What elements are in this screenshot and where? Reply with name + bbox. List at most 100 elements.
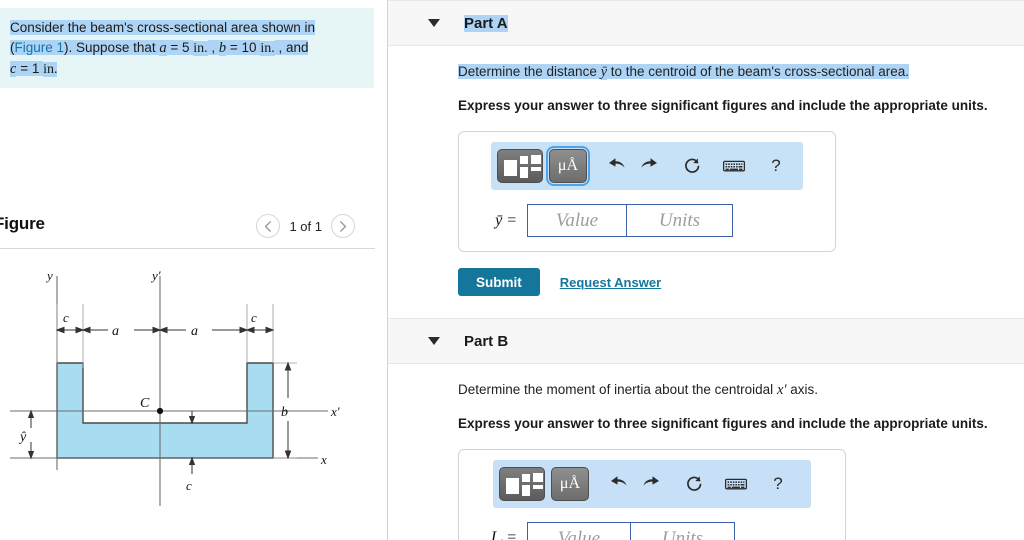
part-a-answer-label: ȳ = <box>495 211 517 229</box>
part-b-answer-row: Ix′ = Value Units <box>477 522 845 540</box>
keyboard-icon[interactable] <box>719 469 753 499</box>
figure-page-counter: 1 of 1 <box>289 218 322 234</box>
keyboard-glyph <box>725 478 747 490</box>
part-b-answer-card: μÅ ? I = Value Units <box>458 449 846 540</box>
label-x-axis: x <box>320 452 327 467</box>
part-a-body: Determine the distance ȳ to the centroid… <box>388 46 1024 296</box>
figure-1-link[interactable]: Figure 1 <box>14 40 65 55</box>
label-y-prime-axis: y′ <box>150 268 161 283</box>
chevron-left-icon <box>265 220 272 232</box>
part-a-answer-row: ȳ = Value Units <box>477 204 835 237</box>
part-a-prompt: Determine the distance ȳ to the centroid… <box>458 62 1000 82</box>
part-b-label: Part B <box>464 332 509 350</box>
app-root: Consider the beam's cross-sectional area… <box>0 0 1024 540</box>
submit-button[interactable]: Submit <box>458 268 540 296</box>
units-button[interactable]: μÅ <box>551 467 589 501</box>
label-dim-ybar: ŷ <box>18 430 27 445</box>
caret-down-icon[interactable] <box>428 337 440 345</box>
redo-glyph <box>641 158 657 168</box>
part-a-instruction: Express your answer to three significant… <box>458 98 988 113</box>
redo-arrow-icon[interactable] <box>635 469 669 499</box>
help-button[interactable]: ? <box>759 151 793 181</box>
reset-circle-icon[interactable] <box>675 151 709 181</box>
redo-glyph <box>643 476 659 486</box>
part-a-prompt-pre: Determine the distance <box>458 64 601 79</box>
help-button[interactable]: ? <box>761 469 795 499</box>
caret-down-icon[interactable] <box>428 19 440 27</box>
part-b-prompt-pre: Determine the moment of inertia about th… <box>458 382 777 397</box>
part-a-answer-card: μÅ ? ȳ = Value Units <box>458 131 836 252</box>
question-and-text: , and <box>274 40 309 55</box>
undo-glyph <box>611 476 627 486</box>
question-eq-2: = 10 <box>226 40 261 55</box>
question-var-a: a <box>159 40 167 56</box>
part-a-toolbar: μÅ ? <box>491 142 803 190</box>
part-b-units-input[interactable]: Units <box>631 522 735 540</box>
question-unit-1: in. <box>193 41 208 56</box>
part-b-value-input[interactable]: Value <box>527 522 631 540</box>
figure-next-button[interactable] <box>331 214 355 238</box>
undo-arrow-icon[interactable] <box>599 151 633 181</box>
label-dim-c-bottom: c <box>186 478 192 493</box>
request-answer-link[interactable]: Request Answer <box>560 275 661 290</box>
help-label: ? <box>771 156 781 175</box>
part-b-label-eq: = <box>502 528 517 540</box>
keyboard-glyph <box>723 160 745 172</box>
math-template-icon[interactable] <box>497 149 543 183</box>
reset-glyph <box>686 475 701 491</box>
help-label: ? <box>773 474 783 493</box>
part-b-toolbar: μÅ ? <box>493 460 811 508</box>
undo-arrow-icon[interactable] <box>601 469 635 499</box>
part-a-prompt-post: to the centroid of the beam's cross-sect… <box>607 64 909 79</box>
part-b-answer-label: Ix′ = <box>477 529 517 540</box>
question-text: Consider the beam's cross-sectional area… <box>10 18 360 80</box>
part-a-header[interactable]: Part A <box>388 0 1024 46</box>
question-paren-open: ( <box>10 40 15 55</box>
question-eq-3: = 1 <box>16 61 44 76</box>
dim-c-left-group <box>55 326 85 334</box>
part-b-body: Determine the moment of inertia about th… <box>388 364 1024 540</box>
label-centroid-C: C <box>140 396 150 411</box>
part-b-prompt-var: x′ <box>776 382 787 398</box>
label-dim-b: b <box>281 405 288 420</box>
figure-title: Figure <box>0 214 45 233</box>
problem-panel: Part A Determine the distance ȳ to the c… <box>388 0 1024 540</box>
chevron-right-icon <box>340 220 347 232</box>
part-b-header[interactable]: Part B <box>388 318 1024 364</box>
figure-divider <box>0 248 375 249</box>
label-x-prime-axis: x′ <box>330 404 340 419</box>
question-unit-3: in. <box>43 62 58 77</box>
centroid-point <box>156 407 164 415</box>
keyboard-icon[interactable] <box>717 151 751 181</box>
dim-ybar-group <box>27 409 35 460</box>
part-a-submit-row: Submit Request Answer <box>458 268 1000 296</box>
question-line-2a: ). Suppose that <box>64 40 160 55</box>
figure-panel: Consider the beam's cross-sectional area… <box>0 0 388 540</box>
label-dim-c-left: c <box>63 310 69 325</box>
reset-circle-icon[interactable] <box>677 469 711 499</box>
question-comma-1: , <box>207 40 219 55</box>
undo-glyph <box>609 158 625 168</box>
dim-a-left-group <box>81 326 162 334</box>
label-dim-a-left: a <box>112 324 119 339</box>
part-a-value-input[interactable]: Value <box>527 204 627 237</box>
figure-prev-button[interactable] <box>256 214 281 238</box>
part-a-units-input[interactable]: Units <box>627 204 733 237</box>
question-unit-2: in. <box>260 41 275 56</box>
part-b-prompt: Determine the moment of inertia about th… <box>458 380 1000 400</box>
figure-image[interactable]: y y′ x x′ C c a a c b c ŷ <box>0 258 375 540</box>
figure-header: Figure 1 of 1 <box>0 205 375 245</box>
label-y-axis: y <box>45 268 53 283</box>
redo-arrow-icon[interactable] <box>633 151 667 181</box>
label-dim-a-right: a <box>191 324 198 339</box>
beam-cross-section-diagram: y y′ x x′ C c a a c b c ŷ <box>10 268 340 506</box>
part-b-prompt-post: axis. <box>786 382 819 397</box>
label-dim-c-right: c <box>251 310 257 325</box>
question-line-1: Consider the beam's cross-sectional area… <box>10 20 315 35</box>
dim-c-right-group <box>245 326 275 334</box>
units-button[interactable]: μÅ <box>546 146 590 186</box>
dim-a-right-group <box>158 326 249 334</box>
math-template-icon[interactable] <box>499 467 545 501</box>
reset-glyph <box>684 157 699 173</box>
question-statement-box: Consider the beam's cross-sectional area… <box>0 8 374 88</box>
